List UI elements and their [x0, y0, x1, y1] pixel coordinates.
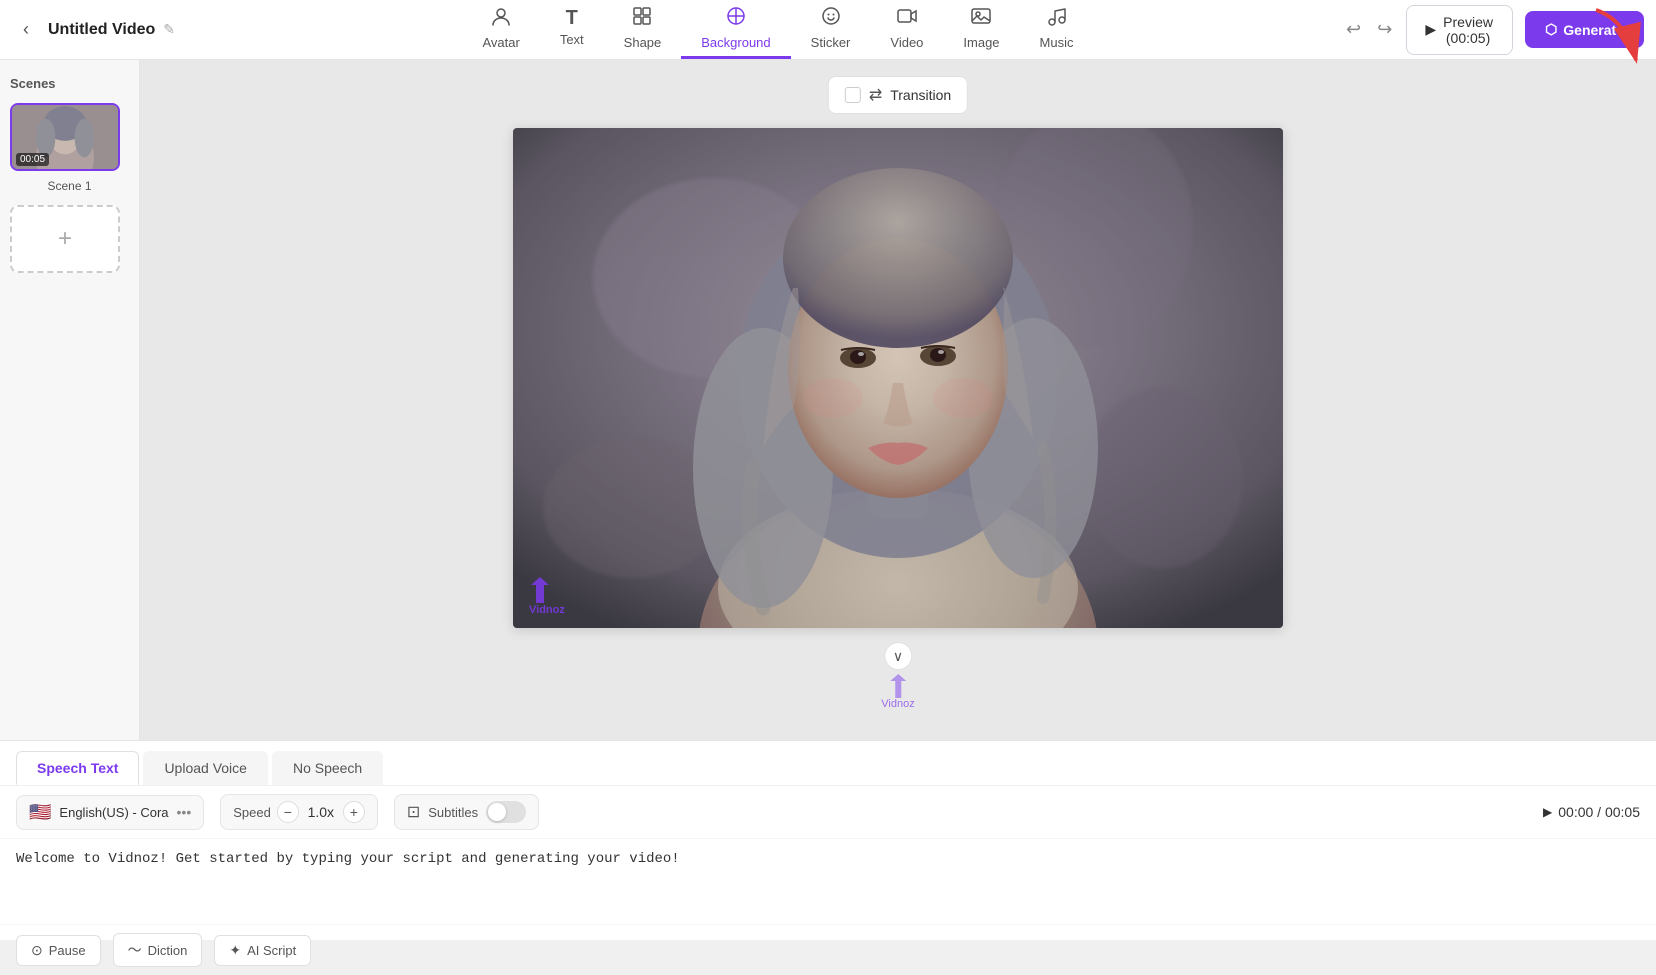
speed-decrease-button[interactable]: − — [277, 801, 299, 823]
avatar-icon — [490, 5, 512, 31]
script-footer: ⊙ Pause 〜 Diction ✦ AI Script — [0, 924, 1656, 975]
speech-controls: 🇺🇸 English(US) - Cora ••• Speed − 1.0x +… — [0, 786, 1656, 839]
back-button[interactable]: ‹ — [12, 16, 40, 44]
tab-music-label: Music — [1040, 35, 1074, 50]
music-icon — [1046, 5, 1068, 31]
project-title: Untitled Video — [48, 21, 155, 39]
speed-value: 1.0x — [305, 804, 337, 820]
preview-button[interactable]: ▶ Preview (00:05) — [1406, 5, 1513, 55]
tab-avatar-label: Avatar — [482, 35, 519, 50]
toggle-knob — [488, 803, 506, 821]
tab-image[interactable]: Image — [943, 0, 1019, 59]
transition-icon: ⇄ — [869, 85, 882, 105]
sidebar: Scenes 00:05 Scene 1 + — [0, 60, 140, 740]
tab-sticker[interactable]: Sticker — [791, 0, 871, 59]
chevron-down-icon: ∨ — [893, 648, 903, 665]
subtitle-toggle[interactable] — [486, 801, 526, 823]
tab-video-label: Video — [890, 35, 923, 50]
speed-label: Speed — [233, 805, 271, 820]
diction-button[interactable]: 〜 Diction — [113, 933, 203, 967]
chevron-down-button[interactable]: ∨ — [884, 642, 912, 670]
vidnoz-watermark-text: Vidnoz — [529, 604, 565, 616]
transition-checkbox[interactable] — [845, 87, 861, 103]
image-icon — [970, 5, 992, 31]
tab-avatar[interactable]: Avatar — [462, 0, 539, 59]
main-content: Scenes 00:05 Scene 1 + — [0, 60, 1656, 740]
bottom-panel: Speech Text Upload Voice No Speech 🇺🇸 En… — [0, 740, 1656, 940]
video-icon — [896, 5, 918, 31]
tab-text-label: Text — [560, 32, 584, 47]
language-name: English(US) - Cora — [59, 805, 168, 820]
generate-button[interactable]: ⬡ Generate — [1525, 11, 1644, 48]
pause-label: Pause — [49, 943, 86, 958]
canvas-frame: Vidnoz — [513, 128, 1283, 628]
subtitle-icon: ⊡ — [407, 802, 420, 822]
tab-speech-text[interactable]: Speech Text — [16, 751, 139, 785]
subtitle-label: Subtitles — [428, 805, 478, 820]
more-icon: ••• — [177, 804, 192, 820]
topbar: ‹ Untitled Video ✎ Avatar T Text — [0, 0, 1656, 60]
canvas-image: Vidnoz — [513, 128, 1283, 628]
nav-tabs-container: Avatar T Text Shape — [212, 0, 1344, 59]
preview-label: Preview (00:05) — [1442, 14, 1494, 46]
ai-script-icon: ✦ — [229, 942, 241, 959]
topbar-left: ‹ Untitled Video ✎ — [12, 16, 212, 44]
pause-icon: ⊙ — [31, 942, 43, 959]
tab-background[interactable]: Background — [681, 0, 790, 59]
tab-image-label: Image — [963, 35, 999, 50]
vidnoz-watermark: Vidnoz — [529, 577, 565, 616]
add-scene-icon: + — [58, 225, 72, 253]
sticker-icon — [820, 5, 842, 31]
tab-shape-label: Shape — [624, 35, 662, 50]
undo-button[interactable]: ↩ — [1344, 14, 1363, 46]
diction-label: Diction — [148, 943, 188, 958]
speech-tabs: Speech Text Upload Voice No Speech — [0, 741, 1656, 786]
tab-no-speech[interactable]: No Speech — [272, 751, 383, 785]
scene-time-badge: 00:05 — [16, 153, 49, 166]
tab-background-label: Background — [701, 35, 770, 50]
time-text: 00:00 / 00:05 — [1558, 804, 1640, 820]
topbar-right: ↩ ↪ ▶ Preview (00:05) ⬡ Generate — [1344, 5, 1644, 55]
nav-tabs: Avatar T Text Shape — [462, 0, 1093, 59]
diction-icon: 〜 — [128, 940, 142, 960]
text-icon: T — [566, 8, 578, 28]
redo-button[interactable]: ↪ — [1375, 14, 1394, 46]
play-icon: ▶ — [1543, 805, 1552, 819]
tab-sticker-label: Sticker — [811, 35, 851, 50]
scene-1-label: Scene 1 — [10, 179, 129, 193]
subtitle-control: ⊡ Subtitles — [394, 794, 539, 830]
shape-icon — [631, 5, 653, 31]
tab-text[interactable]: T Text — [540, 0, 604, 59]
flag-icon: 🇺🇸 — [29, 802, 51, 823]
tab-video[interactable]: Video — [870, 0, 943, 59]
brand-name: Vidnoz — [881, 698, 914, 710]
transition-bar[interactable]: ⇄ Transition — [828, 76, 968, 114]
script-area — [0, 839, 1656, 924]
generate-icon: ⬡ — [1545, 21, 1557, 38]
canvas-area: ⇄ Transition — [140, 60, 1656, 740]
add-scene-button[interactable]: + — [10, 205, 120, 273]
background-icon — [725, 5, 747, 31]
preview-play-icon: ▶ — [1425, 21, 1436, 38]
generate-label: Generate — [1563, 22, 1624, 38]
vidnoz-brand: Vidnoz — [881, 674, 914, 710]
scenes-title: Scenes — [10, 76, 129, 91]
time-display: ▶ 00:00 / 00:05 — [1543, 804, 1640, 820]
tab-upload-voice[interactable]: Upload Voice — [143, 751, 268, 785]
script-textarea[interactable] — [16, 839, 1640, 919]
ai-script-label: AI Script — [247, 943, 296, 958]
tab-shape[interactable]: Shape — [604, 0, 682, 59]
pause-button[interactable]: ⊙ Pause — [16, 935, 101, 966]
scene-1-card[interactable]: 00:05 — [10, 103, 120, 171]
ai-script-button[interactable]: ✦ AI Script — [214, 935, 311, 966]
speed-increase-button[interactable]: + — [343, 801, 365, 823]
language-selector[interactable]: 🇺🇸 English(US) - Cora ••• — [16, 795, 204, 830]
tab-music[interactable]: Music — [1020, 0, 1094, 59]
edit-icon[interactable]: ✎ — [163, 21, 175, 38]
speed-control: Speed − 1.0x + — [220, 794, 378, 830]
transition-label: Transition — [890, 87, 951, 103]
